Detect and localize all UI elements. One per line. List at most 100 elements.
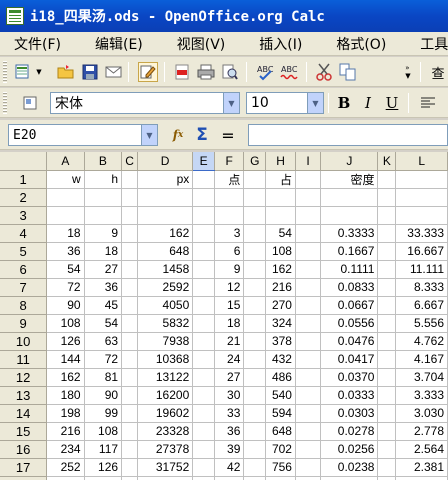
cell-e1[interactable] [192, 170, 215, 189]
cell-e8[interactable] [192, 296, 215, 315]
cell-f14[interactable]: 33 [214, 404, 245, 423]
cell-d12[interactable]: 13122 [137, 368, 194, 387]
cell-c16[interactable] [121, 440, 139, 459]
page-preview-icon[interactable] [220, 62, 240, 82]
cell-f15[interactable]: 36 [214, 422, 245, 441]
cell-h6[interactable]: 162 [265, 260, 296, 279]
cell-h9[interactable]: 324 [265, 314, 296, 333]
cell-a2[interactable] [46, 188, 85, 207]
find-button[interactable]: 查 [428, 62, 448, 82]
cell-g7[interactable] [243, 278, 267, 297]
cell-e4[interactable] [192, 224, 215, 243]
column-header-i[interactable]: I [295, 152, 322, 171]
row-header[interactable]: 11 [0, 350, 48, 369]
cell-f11[interactable]: 24 [214, 350, 245, 369]
cell-h17[interactable]: 756 [265, 458, 296, 477]
menu-file[interactable]: 文件(F) [6, 34, 69, 54]
cell-f9[interactable]: 18 [214, 314, 245, 333]
cell-l4[interactable]: 33.333 [395, 224, 448, 243]
cell-h8[interactable]: 270 [265, 296, 296, 315]
cell-k16[interactable] [377, 440, 397, 459]
cell-b18[interactable] [84, 476, 123, 480]
cell-d5[interactable]: 648 [137, 242, 194, 261]
cell-l17[interactable]: 2.381 [395, 458, 448, 477]
cell-i14[interactable] [295, 404, 322, 423]
cell-j9[interactable]: 0.0556 [320, 314, 379, 333]
cell-k6[interactable] [377, 260, 397, 279]
spellcheck-icon[interactable]: ABC [256, 62, 276, 82]
cell-f13[interactable]: 30 [214, 386, 245, 405]
cell-k11[interactable] [377, 350, 397, 369]
cell-i1[interactable] [295, 170, 322, 189]
cell-a7[interactable]: 72 [46, 278, 85, 297]
cell-g2[interactable] [243, 188, 267, 207]
cell-d1[interactable]: px [137, 170, 194, 189]
cell-h11[interactable]: 432 [265, 350, 296, 369]
cell-f3[interactable] [214, 206, 245, 225]
cell-e7[interactable] [192, 278, 215, 297]
cell-h14[interactable]: 594 [265, 404, 296, 423]
cell-d11[interactable]: 10368 [137, 350, 194, 369]
cell-h16[interactable]: 702 [265, 440, 296, 459]
cell-d9[interactable]: 5832 [137, 314, 194, 333]
cell-h4[interactable]: 54 [265, 224, 296, 243]
cell-j10[interactable]: 0.0476 [320, 332, 379, 351]
cell-c11[interactable] [121, 350, 139, 369]
menu-tools[interactable]: 工具(T) [412, 34, 448, 54]
cell-d2[interactable] [137, 188, 194, 207]
cell-i15[interactable] [295, 422, 322, 441]
cell-k17[interactable] [377, 458, 397, 477]
cell-l10[interactable]: 4.762 [395, 332, 448, 351]
spreadsheet-grid[interactable]: ABCDEFGHIJKL 1 w h px 点占密度 2 3 4 18 9 162 3 54 0.3333… [0, 152, 448, 480]
cell-k9[interactable] [377, 314, 397, 333]
cell-e6[interactable] [192, 260, 215, 279]
cell-c8[interactable] [121, 296, 139, 315]
cell-h18[interactable] [265, 476, 296, 480]
cell-e12[interactable] [192, 368, 215, 387]
cell-l18[interactable] [395, 476, 448, 480]
column-header-g[interactable]: G [243, 152, 267, 171]
cell-g17[interactable] [243, 458, 267, 477]
cell-k3[interactable] [377, 206, 397, 225]
cell-d13[interactable]: 16200 [137, 386, 194, 405]
row-header[interactable]: 2 [0, 188, 48, 207]
cell-h15[interactable]: 648 [265, 422, 296, 441]
cell-a16[interactable]: 234 [46, 440, 85, 459]
chevron-down-icon[interactable]: ▼ [307, 93, 323, 113]
cell-l8[interactable]: 6.667 [395, 296, 448, 315]
column-header-b[interactable]: B [84, 152, 123, 171]
menu-format[interactable]: 格式(O) [328, 34, 394, 54]
cell-j3[interactable] [320, 206, 379, 225]
italic-button[interactable]: I [358, 93, 378, 113]
save-icon[interactable] [80, 62, 100, 82]
cell-i6[interactable] [295, 260, 322, 279]
cell-c15[interactable] [121, 422, 139, 441]
cell-i17[interactable] [295, 458, 322, 477]
cell-b2[interactable] [84, 188, 123, 207]
cell-d10[interactable]: 7938 [137, 332, 194, 351]
cell-i12[interactable] [295, 368, 322, 387]
cell-d4[interactable]: 162 [137, 224, 194, 243]
cell-c9[interactable] [121, 314, 139, 333]
row-header[interactable]: 9 [0, 314, 48, 333]
cell-i13[interactable] [295, 386, 322, 405]
cell-d18[interactable] [137, 476, 194, 480]
row-header[interactable]: 8 [0, 296, 48, 315]
cell-i4[interactable] [295, 224, 322, 243]
cell-a6[interactable]: 54 [46, 260, 85, 279]
cell-g8[interactable] [243, 296, 267, 315]
cell-j12[interactable]: 0.0370 [320, 368, 379, 387]
cell-b11[interactable]: 72 [84, 350, 123, 369]
cell-l12[interactable]: 3.704 [395, 368, 448, 387]
cell-g5[interactable] [243, 242, 267, 261]
cell-i10[interactable] [295, 332, 322, 351]
column-header-f[interactable]: F [214, 152, 245, 171]
menu-edit[interactable]: 编辑(E) [87, 34, 151, 54]
cell-j8[interactable]: 0.0667 [320, 296, 379, 315]
column-header-h[interactable]: H [265, 152, 296, 171]
cell-f1[interactable]: 点 [214, 170, 245, 189]
cell-table[interactable]: ABCDEFGHIJKL 1 w h px 点占密度 2 3 4 18 9 162 3 54 0.3333… [0, 152, 448, 480]
cell-e3[interactable] [192, 206, 215, 225]
cell-f17[interactable]: 42 [214, 458, 245, 477]
cell-b5[interactable]: 18 [84, 242, 123, 261]
